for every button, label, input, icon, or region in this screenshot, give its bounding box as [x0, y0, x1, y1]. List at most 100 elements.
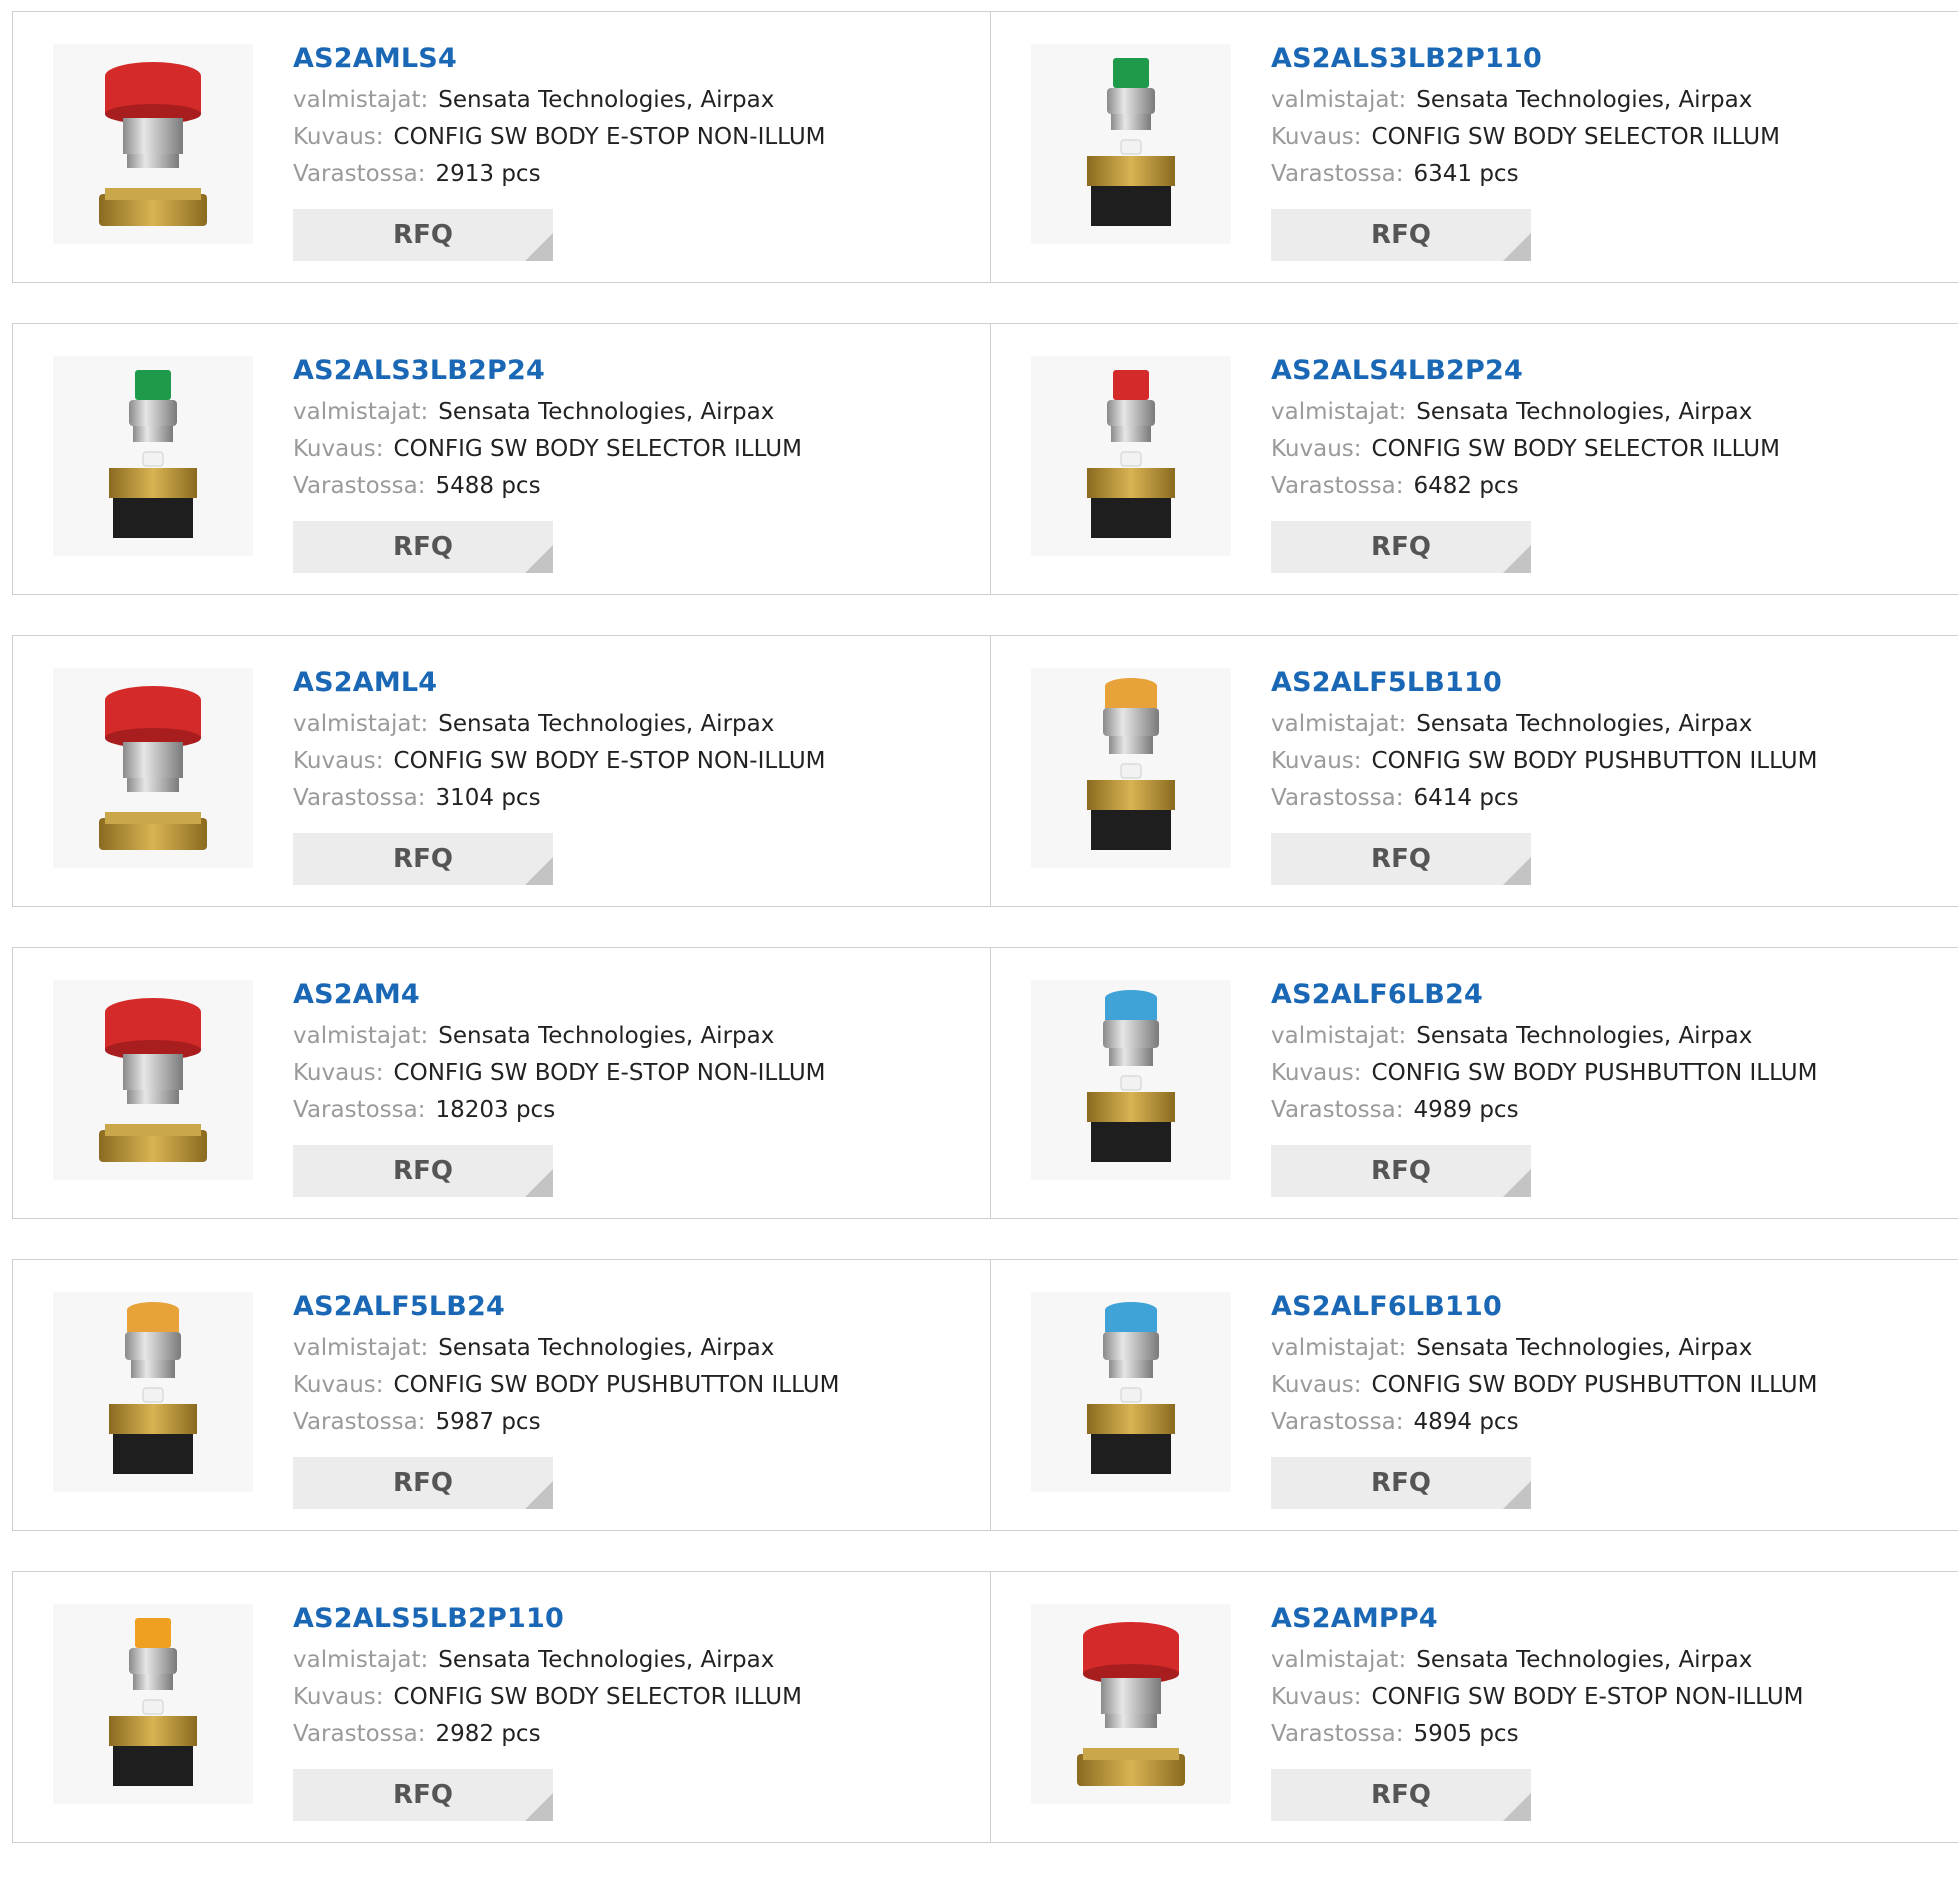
product-row: AS2ALS3LB2P24 valmistajat: Sensata Techno… [12, 323, 1958, 597]
description-row: Kuvaus: CONFIG SW BODY SELECTOR ILLUM [1271, 119, 1780, 156]
stock-label: Varastossa: [1271, 1721, 1404, 1747]
rfq-button[interactable]: RFQ [293, 209, 553, 261]
stock-value: 6341 pcs [1413, 161, 1519, 187]
product-image[interactable] [53, 356, 253, 556]
manufacturer-label: valmistajat: [293, 1335, 429, 1361]
product-image[interactable] [53, 1604, 253, 1804]
manufacturer-label: valmistajat: [293, 87, 429, 113]
product-image[interactable] [53, 668, 253, 868]
rfq-button[interactable]: RFQ [1271, 521, 1531, 573]
rfq-button[interactable]: RFQ [1271, 209, 1531, 261]
rfq-label: RFQ [393, 1780, 453, 1810]
manufacturer-value: Sensata Technologies, Airpax [438, 711, 775, 737]
stock-label: Varastossa: [1271, 785, 1404, 811]
description-row: Kuvaus: CONFIG SW BODY PUSHBUTTON ILLUM [293, 1367, 839, 1404]
stock-row: Varastossa: 4894 pcs [1271, 1404, 1817, 1441]
part-number-link[interactable]: AS2AM4 [293, 978, 826, 1012]
manufacturer-value: Sensata Technologies, Airpax [438, 1335, 775, 1361]
description-label: Kuvaus: [293, 1060, 384, 1086]
part-number-link[interactable]: AS2ALF6LB24 [1271, 978, 1817, 1012]
part-number-link[interactable]: AS2ALF6LB110 [1271, 1290, 1817, 1324]
description-label: Kuvaus: [293, 748, 384, 774]
part-number-link[interactable]: AS2AMPP4 [1271, 1602, 1804, 1636]
product-image[interactable] [1031, 1604, 1231, 1804]
rfq-label: RFQ [1371, 1468, 1431, 1498]
stock-label: Varastossa: [293, 473, 426, 499]
stock-row: Varastossa: 2982 pcs [293, 1716, 802, 1753]
manufacturer-value: Sensata Technologies, Airpax [438, 87, 775, 113]
product-info: AS2ALF5LB24 valmistajat: Sensata Technolo… [293, 1290, 839, 1509]
product-info: AS2ALF6LB110 valmistajat: Sensata Technol… [1271, 1290, 1817, 1509]
manufacturer-label: valmistajat: [1271, 399, 1407, 425]
part-number-link[interactable]: AS2AMLS4 [293, 42, 826, 76]
rfq-button[interactable]: RFQ [293, 1145, 553, 1197]
part-number-link[interactable]: AS2ALF5LB24 [293, 1290, 839, 1324]
part-number-link[interactable]: AS2ALS3LB2P24 [293, 354, 802, 388]
description-value: CONFIG SW BODY E-STOP NON-ILLUM [393, 1060, 826, 1086]
rfq-button[interactable]: RFQ [293, 1769, 553, 1821]
part-number-link[interactable]: AS2ALF5LB110 [1271, 666, 1817, 700]
product-image[interactable] [1031, 44, 1231, 244]
stock-row: Varastossa: 5905 pcs [1271, 1716, 1804, 1753]
part-number-link[interactable]: AS2ALS3LB2P110 [1271, 42, 1780, 76]
corner-triangle-icon [525, 545, 553, 573]
rfq-button[interactable]: RFQ [1271, 833, 1531, 885]
product-image[interactable] [1031, 1292, 1231, 1492]
product-card: AS2AM4 valmistajat: Sensata Technologies,… [12, 947, 991, 1219]
rfq-button[interactable]: RFQ [293, 1457, 553, 1509]
corner-triangle-icon [1503, 1793, 1531, 1821]
rfq-button[interactable]: RFQ [1271, 1457, 1531, 1509]
manufacturer-value: Sensata Technologies, Airpax [438, 1647, 775, 1673]
description-value: CONFIG SW BODY PUSHBUTTON ILLUM [393, 1372, 840, 1398]
manufacturer-row: valmistajat: Sensata Technologies, Airpax [293, 82, 826, 119]
description-value: CONFIG SW BODY SELECTOR ILLUM [393, 436, 802, 462]
product-image[interactable] [53, 1292, 253, 1492]
manufacturer-value: Sensata Technologies, Airpax [1416, 711, 1753, 737]
product-info: AS2AMPP4 valmistajat: Sensata Technologie… [1271, 1602, 1804, 1821]
description-value: CONFIG SW BODY PUSHBUTTON ILLUM [1371, 748, 1818, 774]
product-info: AS2ALS3LB2P24 valmistajat: Sensata Techno… [293, 354, 802, 573]
product-row: AS2AMLS4 valmistajat: Sensata Technologie… [12, 11, 1958, 285]
stock-label: Varastossa: [293, 1721, 426, 1747]
manufacturer-row: valmistajat: Sensata Technologies, Airpax [1271, 82, 1780, 119]
description-row: Kuvaus: CONFIG SW BODY E-STOP NON-ILLUM [293, 1055, 826, 1092]
description-row: Kuvaus: CONFIG SW BODY PUSHBUTTON ILLUM [1271, 1367, 1817, 1404]
manufacturer-label: valmistajat: [1271, 1335, 1407, 1361]
manufacturer-row: valmistajat: Sensata Technologies, Airpax [293, 706, 826, 743]
stock-label: Varastossa: [293, 161, 426, 187]
product-image[interactable] [1031, 356, 1231, 556]
corner-triangle-icon [1503, 857, 1531, 885]
rfq-button[interactable]: RFQ [293, 833, 553, 885]
product-image[interactable] [53, 980, 253, 1180]
rfq-button[interactable]: RFQ [293, 521, 553, 573]
description-label: Kuvaus: [293, 1372, 384, 1398]
manufacturer-label: valmistajat: [1271, 711, 1407, 737]
product-row: AS2AM4 valmistajat: Sensata Technologies,… [12, 947, 1958, 1221]
description-value: CONFIG SW BODY E-STOP NON-ILLUM [1371, 1684, 1804, 1710]
part-number-link[interactable]: AS2ALS5LB2P110 [293, 1602, 802, 1636]
manufacturer-row: valmistajat: Sensata Technologies, Airpax [1271, 394, 1780, 431]
part-number-link[interactable]: AS2ALS4LB2P24 [1271, 354, 1780, 388]
product-row: AS2ALS5LB2P110 valmistajat: Sensata Techn… [12, 1571, 1958, 1845]
description-label: Kuvaus: [1271, 1060, 1362, 1086]
description-value: CONFIG SW BODY E-STOP NON-ILLUM [393, 748, 826, 774]
product-info: AS2ALF6LB24 valmistajat: Sensata Technolo… [1271, 978, 1817, 1197]
stock-value: 6414 pcs [1413, 785, 1519, 811]
rfq-button[interactable]: RFQ [1271, 1145, 1531, 1197]
description-value: CONFIG SW BODY SELECTOR ILLUM [1371, 124, 1780, 150]
product-image[interactable] [1031, 668, 1231, 868]
product-info: AS2ALS3LB2P110 valmistajat: Sensata Techn… [1271, 42, 1780, 261]
rfq-button[interactable]: RFQ [1271, 1769, 1531, 1821]
description-label: Kuvaus: [1271, 748, 1362, 774]
product-row: AS2AML4 valmistajat: Sensata Technologies… [12, 635, 1958, 909]
product-image[interactable] [53, 44, 253, 244]
part-number-link[interactable]: AS2AML4 [293, 666, 826, 700]
stock-row: Varastossa: 4989 pcs [1271, 1092, 1817, 1129]
description-row: Kuvaus: CONFIG SW BODY E-STOP NON-ILLUM [1271, 1679, 1804, 1716]
manufacturer-value: Sensata Technologies, Airpax [1416, 1647, 1753, 1673]
product-image[interactable] [1031, 980, 1231, 1180]
corner-triangle-icon [1503, 233, 1531, 261]
stock-value: 4989 pcs [1413, 1097, 1519, 1123]
product-card: AS2ALS5LB2P110 valmistajat: Sensata Techn… [12, 1571, 991, 1843]
description-label: Kuvaus: [1271, 124, 1362, 150]
